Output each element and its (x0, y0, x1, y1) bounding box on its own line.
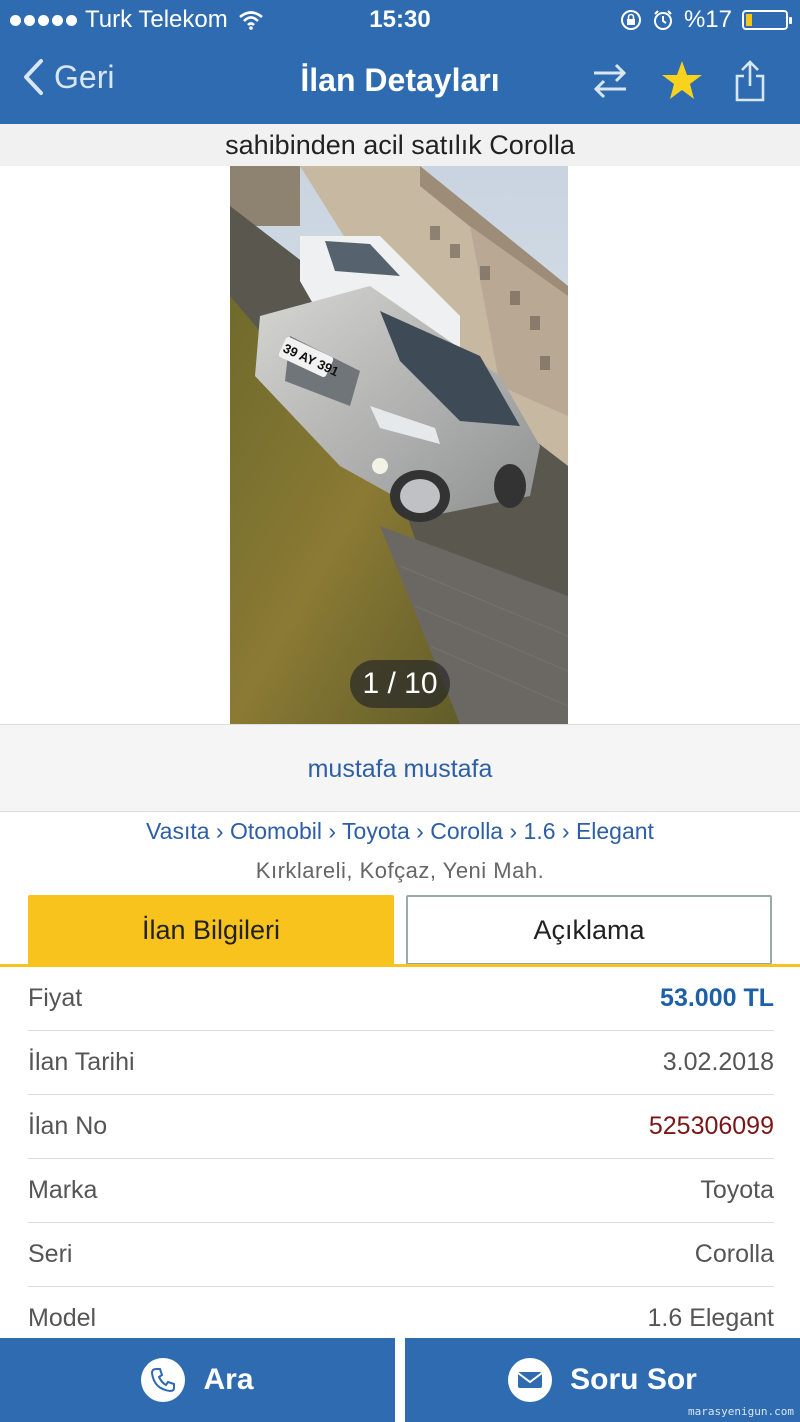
battery-percent: %17 (683, 6, 732, 33)
info-row-price: Fiyat 53.000 TL (28, 967, 774, 1031)
listing-title: sahibinden acil satılık Corolla (0, 124, 800, 166)
rotation-lock-icon (620, 10, 641, 30)
nav-bar: Geri İlan Detayları (0, 40, 800, 124)
series-value: Corolla (694, 1240, 774, 1268)
info-key: Model (28, 1304, 97, 1332)
seller-name[interactable]: mustafa mustafa (0, 724, 800, 812)
price-value: 53.000 TL (660, 984, 774, 1012)
model-value: 1.6 Elegant (647, 1304, 775, 1332)
car-photo[interactable]: 39 AY 391 (230, 166, 568, 724)
mail-icon (508, 1358, 553, 1402)
photo-counter: 1 / 10 (350, 660, 450, 708)
listing-no-value: 525306099 (648, 1112, 774, 1140)
breadcrumb[interactable]: Vasıta › Otomobil › Toyota › Corolla › 1… (0, 818, 800, 845)
info-table: Fiyat 53.000 TL İlan Tarihi 3.02.2018 İl… (28, 967, 774, 1351)
watermark: marasyenigun.com (688, 1405, 794, 1418)
photo-gallery[interactable]: 39 AY 391 1 / 10 (0, 166, 800, 724)
bottom-action-bar: Ara Soru Sor marasyenigun.com (0, 1338, 800, 1422)
info-key: İlan No (28, 1112, 108, 1140)
battery-fill (746, 14, 752, 26)
tab-aciklama[interactable]: Açıklama (406, 895, 772, 965)
share-icon[interactable] (734, 58, 766, 102)
swap-icon[interactable] (590, 59, 630, 101)
call-label: Ara (203, 1363, 254, 1396)
info-key: Marka (28, 1176, 98, 1204)
info-row-date: İlan Tarihi 3.02.2018 (28, 1031, 774, 1095)
ask-label: Soru Sor (570, 1363, 697, 1396)
info-row-listing-no: İlan No 525306099 (28, 1095, 774, 1159)
car-photo-image: 39 AY 391 (230, 166, 568, 724)
alarm-icon (653, 10, 672, 30)
info-row-brand: Marka Toyota (28, 1159, 774, 1223)
location: Kırklareli, Kofçaz, Yeni Mah. (255, 858, 545, 883)
star-icon[interactable] (660, 59, 704, 101)
info-row-series: Seri Corolla (28, 1223, 774, 1287)
phone-icon (141, 1358, 186, 1402)
info-key: Seri (28, 1240, 73, 1268)
status-bar: Turk Telekom 15:30 %17 (0, 0, 800, 40)
brand-value: Toyota (700, 1176, 774, 1204)
tab-ilan-bilgileri[interactable]: İlan Bilgileri (28, 895, 394, 965)
tab-bar: İlan Bilgileri Açıklama (28, 895, 772, 965)
status-right: %17 (620, 6, 792, 34)
info-key: Fiyat (28, 984, 83, 1012)
nav-actions (590, 58, 766, 102)
info-key: İlan Tarihi (28, 1048, 135, 1076)
date-value: 3.02.2018 (662, 1048, 774, 1076)
battery-icon (742, 10, 792, 30)
call-button[interactable]: Ara (0, 1338, 395, 1422)
